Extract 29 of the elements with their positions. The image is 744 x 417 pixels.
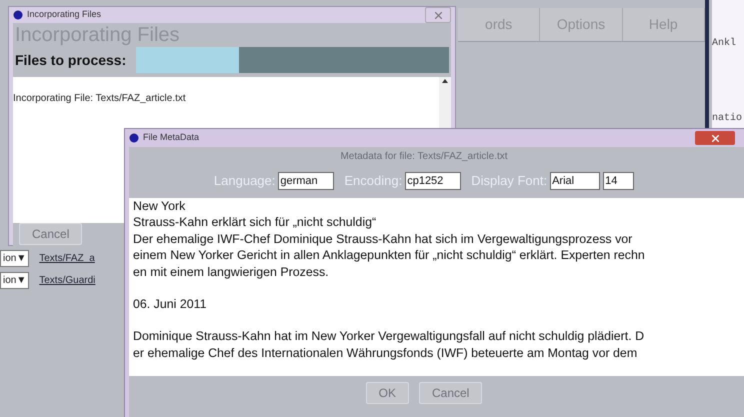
- window-title: Incorporating Files: [27, 8, 102, 22]
- text-line: einem New Yorker Gericht in allen Anklagepunkten für „nicht schuldig“ erklärt. Experten rechn: [133, 247, 646, 264]
- app-icon: [129, 133, 139, 143]
- text-line: en mit einem langwierigen Prozess.: [133, 264, 330, 280]
- progress-label: Files to process:: [15, 50, 126, 70]
- metadata-subtitle: Metadata for file: Texts/FAZ_article.txt: [339, 150, 509, 164]
- close-button[interactable]: [695, 131, 735, 145]
- window-title: File MetaData: [143, 131, 200, 144]
- app-icon: [13, 10, 23, 20]
- input-field[interactable]: 14: [603, 172, 634, 190]
- close-icon: [434, 12, 442, 18]
- dropdown[interactable]: ion▼: [0, 250, 30, 267]
- text-line: Dominique Strauss-Kahn hat im New Yorker Vergewaltigungsfall auf nicht schuldig plädiert. D: [133, 328, 646, 345]
- text-line: er ehemalige Chef des Internationalen Währungsfonds (IWF) beteuerte am Montag vor dem: [133, 344, 638, 362]
- input-field[interactable]: cp1252: [405, 172, 462, 190]
- text-line: Strauss-Kahn erklärt sich für „nicht schuldig“: [133, 214, 378, 231]
- dropdown[interactable]: ion▼: [0, 272, 30, 289]
- log-line: Incorporating File: Texts/FAZ_article.txt: [13, 92, 187, 106]
- text-line: Der ehemalige IWF-Chef Dominique Strauss-Kahn hat sich im Vergewaltigungsprozess vor: [133, 230, 634, 248]
- text-line: Ankl: [712, 36, 738, 51]
- text-line: 06. Juni 2011: [133, 296, 208, 312]
- file-link[interactable]: Texts/Guardi: [39, 273, 96, 288]
- scroll-up-icon[interactable]: [442, 79, 448, 83]
- text-line: New York: [133, 198, 186, 214]
- input-field[interactable]: german: [278, 172, 334, 190]
- input-field[interactable]: Arial: [550, 172, 600, 190]
- text-line: natio: [712, 112, 744, 126]
- file-link[interactable]: Texts/FAZ_a: [39, 251, 95, 266]
- close-icon: [712, 134, 718, 142]
